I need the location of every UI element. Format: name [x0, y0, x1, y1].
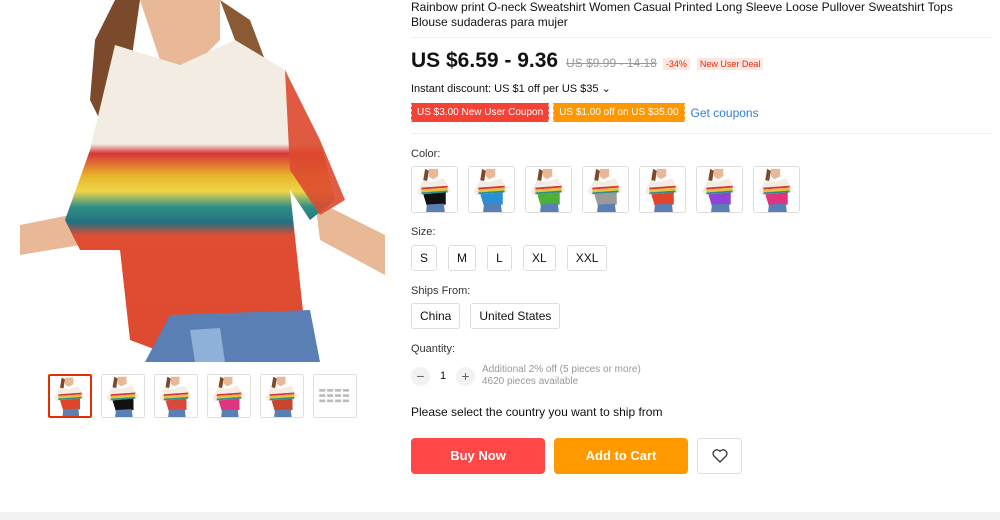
divider [411, 37, 991, 38]
size-options: S M L XL XXL [411, 245, 608, 271]
quantity-value[interactable]: 1 [430, 370, 456, 382]
main-product-image[interactable] [20, 0, 385, 362]
ships-from-label: Ships From: [411, 285, 471, 297]
wishlist-button[interactable] [697, 438, 742, 474]
quantity-stepper: − 1 + Additional 2% off (5 pieces or mor… [411, 364, 641, 388]
price: US $6.59 - 9.36 [411, 49, 559, 72]
product-thumbnail[interactable] [154, 374, 198, 418]
color-swatch-gray[interactable] [582, 166, 629, 213]
ships-from-china[interactable]: China [411, 303, 461, 329]
add-to-cart-button[interactable]: Add to Cart [554, 438, 688, 474]
store-coupon[interactable]: US $1.00 off on US $35.00 [552, 103, 685, 122]
size-option-m[interactable]: M [448, 245, 477, 271]
color-swatch-blue[interactable] [468, 166, 515, 213]
size-option-s[interactable]: S [411, 245, 438, 271]
instant-discount-dropdown[interactable]: Instant discount: US $1 off per US $35 ⌄ [411, 82, 611, 95]
size-option-xxl[interactable]: XXL [566, 245, 608, 271]
thumbnail-strip [48, 374, 357, 418]
color-swatch-black[interactable] [411, 166, 458, 213]
product-thumbnail[interactable] [260, 374, 304, 418]
size-chart-icon [319, 389, 349, 403]
color-options [411, 166, 800, 213]
stock-note: 4620 pieces available [482, 376, 579, 387]
quantity-label: Quantity: [411, 343, 456, 355]
new-user-deal-badge: New User Deal [696, 58, 764, 70]
ships-from-united-states[interactable]: United States [470, 303, 561, 329]
size-option-l[interactable]: L [487, 245, 513, 271]
buy-now-button[interactable]: Buy Now [411, 438, 545, 474]
product-thumbnail[interactable] [101, 374, 145, 418]
quantity-note: Additional 2% off (5 pieces or more) 462… [482, 364, 641, 388]
product-title: Rainbow print O-neck Sweatshirt Women Ca… [411, 0, 953, 29]
color-swatch-orange[interactable] [639, 166, 686, 213]
color-label: Color: [411, 148, 441, 160]
quantity-decrease-button[interactable]: − [411, 366, 430, 386]
heart-icon [712, 449, 727, 463]
ships-from-options: China United States [411, 303, 561, 329]
shipping-country-notice: Please select the country you want to sh… [411, 405, 663, 419]
action-buttons: Buy Now Add to Cart [411, 438, 742, 474]
new-user-coupon[interactable]: US $3.00 New User Coupon [409, 103, 550, 122]
divider [411, 133, 991, 134]
color-swatch-purple[interactable] [696, 166, 743, 213]
get-coupons-link[interactable]: Get coupons [691, 106, 759, 120]
color-swatch-green[interactable] [525, 166, 572, 213]
original-price: US $9.99 - 14.18 [566, 56, 657, 70]
color-swatch-pink[interactable] [753, 166, 800, 213]
product-thumbnail[interactable] [48, 374, 92, 418]
discount-badge: -34% [662, 58, 690, 70]
product-thumbnail[interactable] [207, 374, 251, 418]
bulk-discount-note: Additional 2% off (5 pieces or more) [482, 364, 641, 375]
size-option-xl[interactable]: XL [523, 245, 556, 271]
price-row: US $6.59 - 9.36 US $9.99 - 14.18 -34% Ne… [411, 49, 764, 73]
quantity-increase-button[interactable]: + [456, 366, 475, 386]
product-thumbnail[interactable] [313, 374, 357, 418]
coupon-row: US $3.00 New User Coupon US $1.00 off on… [409, 103, 759, 122]
size-label: Size: [411, 226, 436, 238]
footer-strip [0, 512, 1000, 520]
product-info: Rainbow print O-neck Sweatshirt Women Ca… [409, 0, 991, 474]
